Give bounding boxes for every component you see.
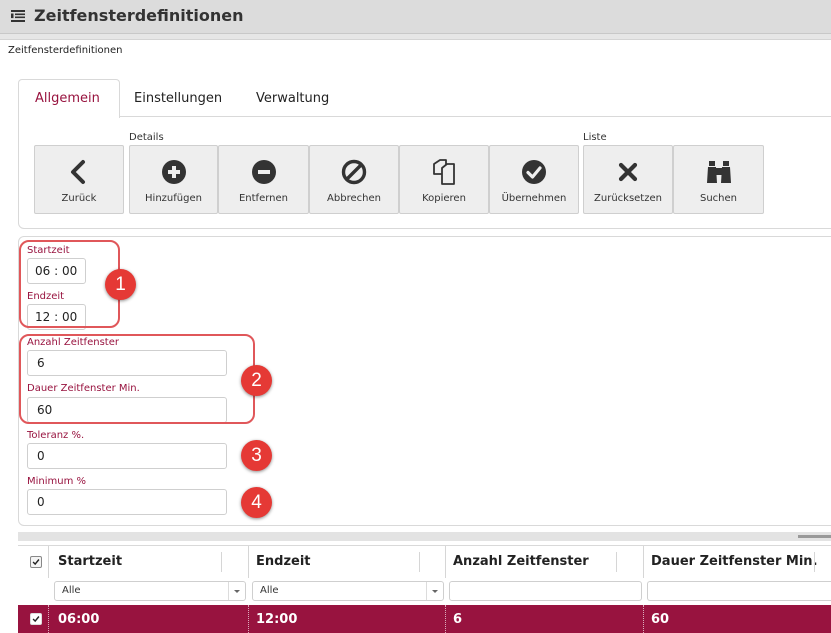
header-endzeit[interactable]: Endzeit xyxy=(256,554,311,569)
cell-startzeit: 06:00 xyxy=(58,612,100,627)
group-label-details: Details xyxy=(129,132,164,143)
chevron-left-icon xyxy=(71,160,85,184)
table-row[interactable]: 06:00 12:00 6 60 xyxy=(18,605,831,633)
grid-header: Startzeit Endzeit Anzahl Zeitfenster Dau… xyxy=(18,545,831,579)
toleranz-label: Toleranz %. xyxy=(27,430,85,441)
cell-endzeit: 12:00 xyxy=(256,612,298,627)
close-x-icon xyxy=(618,162,638,182)
row-separator xyxy=(48,605,49,633)
add-button-label: Hinzufügen xyxy=(145,193,202,204)
reset-button[interactable]: Zurücksetzen xyxy=(583,145,673,214)
row-separator xyxy=(643,605,644,633)
header-separator xyxy=(419,552,420,572)
binoculars-icon xyxy=(706,161,731,183)
filter-endzeit-select[interactable]: Alle xyxy=(252,581,444,601)
tab-verwaltung[interactable]: Verwaltung xyxy=(256,91,329,106)
window-title: Zeitfensterdefinitionen xyxy=(34,6,244,25)
annotation-box-2 xyxy=(19,334,255,424)
filter-startzeit-value: Alle xyxy=(62,585,81,596)
apply-button-label: Übernehmen xyxy=(501,193,567,204)
tab-einstellungen[interactable]: Einstellungen xyxy=(134,91,222,106)
back-button[interactable]: Zurück xyxy=(34,145,124,214)
header-separator xyxy=(248,546,249,579)
grid-scrollbar[interactable] xyxy=(18,532,831,541)
remove-button-label: Entfernen xyxy=(238,193,288,204)
breadcrumb-label: Zeitfensterdefinitionen xyxy=(8,45,123,56)
chevron-down-icon[interactable] xyxy=(426,582,443,600)
header-separator xyxy=(221,552,222,572)
annotation-badge-2: 2 xyxy=(241,365,272,396)
cancel-button[interactable]: Abbrechen xyxy=(309,145,399,214)
check-circle-icon xyxy=(522,160,546,184)
minimum-label: Minimum % xyxy=(27,476,87,487)
grid-scrollbar-thumb[interactable] xyxy=(798,535,831,538)
tab-allgemein[interactable]: Allgemein xyxy=(35,91,100,106)
grid-filter-row: Alle Alle xyxy=(18,578,831,605)
filter-startzeit-select[interactable]: Alle xyxy=(54,581,246,601)
header-separator xyxy=(48,546,49,579)
header-separator xyxy=(445,546,446,579)
row-separator xyxy=(445,605,446,633)
tab-divider xyxy=(18,116,831,117)
annotation-badge-4: 4 xyxy=(241,487,272,518)
header-dauer[interactable]: Dauer Zeitfenster Min. xyxy=(651,554,818,569)
remove-button[interactable]: Entfernen xyxy=(218,145,309,214)
header-startzeit[interactable]: Startzeit xyxy=(58,554,122,569)
reset-button-label: Zurücksetzen xyxy=(594,193,662,204)
copy-button[interactable]: Kopieren xyxy=(399,145,489,214)
header-separator xyxy=(814,552,815,572)
search-button[interactable]: Suchen xyxy=(673,145,764,214)
plus-circle-icon xyxy=(161,160,186,184)
row-separator xyxy=(248,605,249,633)
row-checkbox[interactable] xyxy=(30,613,42,625)
group-label-liste: Liste xyxy=(583,132,607,143)
copy-button-label: Kopieren xyxy=(422,193,466,204)
filter-dauer-input[interactable] xyxy=(647,581,831,601)
copy-icon xyxy=(433,159,455,185)
header-separator xyxy=(643,546,644,579)
ban-icon xyxy=(341,159,367,185)
header-separator xyxy=(616,552,617,572)
list-settings-icon xyxy=(11,10,25,22)
back-button-label: Zurück xyxy=(61,193,97,204)
filter-anzahl-input[interactable] xyxy=(449,581,642,601)
apply-button[interactable]: Übernehmen xyxy=(489,145,579,214)
annotation-badge-3: 3 xyxy=(241,440,272,471)
select-all-checkbox[interactable] xyxy=(30,556,42,568)
cell-dauer: 60 xyxy=(651,612,670,627)
add-button[interactable]: Hinzufügen xyxy=(129,145,218,214)
filter-endzeit-value: Alle xyxy=(260,585,279,596)
annotation-badge-1: 1 xyxy=(105,269,136,300)
breadcrumb: Zeitfensterdefinitionen xyxy=(0,39,831,65)
window-titlebar: Zeitfensterdefinitionen xyxy=(0,0,831,34)
cell-anzahl: 6 xyxy=(453,612,463,627)
cancel-button-label: Abbrechen xyxy=(327,193,381,204)
chevron-down-icon[interactable] xyxy=(228,582,245,600)
minimum-input[interactable]: 0 xyxy=(27,489,227,515)
search-button-label: Suchen xyxy=(699,193,737,204)
toleranz-input[interactable]: 0 xyxy=(27,443,227,469)
minus-circle-icon xyxy=(251,160,276,184)
header-anzahl[interactable]: Anzahl Zeitfenster xyxy=(453,554,589,569)
